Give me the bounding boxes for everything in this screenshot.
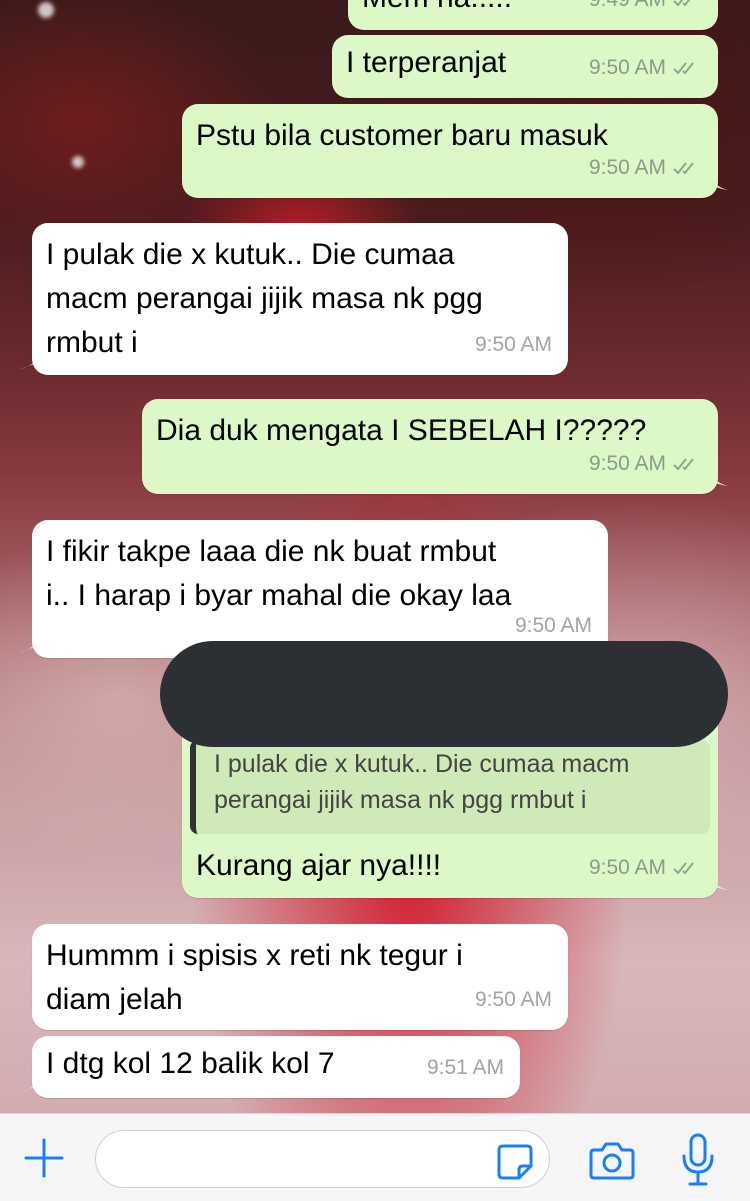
message-meta: 9:50 AM: [589, 442, 702, 486]
read-receipt-icon: [673, 162, 694, 175]
message-time: 9:50 AM: [588, 56, 666, 79]
message-bubble-outgoing[interactable]: Dia duk mengata I SEBELAH I????? 9:50 AM: [142, 399, 728, 494]
wallpaper-light: [38, 2, 54, 18]
bubble-tail: [20, 349, 42, 369]
sticker-icon[interactable]: [495, 1142, 535, 1182]
bubble-tail: [20, 1072, 42, 1092]
message-meta: 9:50 AM: [589, 146, 702, 190]
message-bubble-incoming[interactable]: Hummm i spisis x reti nk tegur i diam je…: [32, 924, 568, 1030]
message-time: 9:51 AM: [426, 1056, 504, 1079]
message-time: 9:50 AM: [588, 856, 666, 879]
message-meta: 9:50 AM: [589, 846, 702, 890]
message-bubble-outgoing[interactable]: I terperanjat 9:50 AM: [332, 35, 718, 98]
message-composer-bar: [0, 1113, 750, 1201]
bubble-tail: [708, 468, 728, 486]
wallpaper-light: [72, 156, 84, 168]
read-receipt-icon: [673, 862, 694, 875]
message-meta: 9:51 AM: [427, 1046, 504, 1090]
bubble-tail: [20, 632, 42, 652]
message-bubble-outgoing[interactable]: Mem na..... 9:49 AM: [348, 0, 718, 30]
message-time: 9:49 AM: [589, 0, 666, 22]
plus-icon[interactable]: [22, 1136, 66, 1180]
message-text: I fikir takpe laaa die nk buat rmbut i..…: [46, 535, 512, 612]
message-time: 9:50 AM: [474, 988, 552, 1011]
read-receipt-icon: [673, 458, 694, 471]
microphone-icon[interactable]: [678, 1132, 718, 1188]
message-bubble-incoming[interactable]: I dtg kol 12 balik kol 7 9:51 AM: [20, 1036, 520, 1098]
message-meta: 9:49 AM: [589, 0, 702, 22]
quoted-message[interactable]: I pulak die x kutuk.. Die cumaa macm per…: [190, 740, 710, 834]
read-receipt-icon: [673, 0, 691, 7]
message-time: 9:50 AM: [474, 333, 552, 356]
bubble-tail: [708, 172, 728, 190]
bubble-tail: [708, 872, 728, 890]
message-meta: 9:50 AM: [589, 46, 702, 90]
message-bubble-incoming[interactable]: I pulak die x kutuk.. Die cumaa macm per…: [20, 223, 568, 375]
camera-icon[interactable]: [588, 1138, 636, 1182]
redaction-overlay: [160, 641, 728, 747]
message-bubble-incoming[interactable]: I fikir takpe laaa die nk buat rmbut i..…: [20, 520, 608, 658]
read-receipt-icon: [673, 62, 694, 75]
message-bubble-outgoing[interactable]: Pstu bila customer baru masuk 9:50 AM: [182, 104, 728, 198]
message-time: 9:50 AM: [588, 156, 666, 179]
message-time: 9:50 AM: [588, 452, 666, 475]
message-meta: 9:50 AM: [475, 978, 552, 1022]
message-input[interactable]: [95, 1130, 550, 1188]
message-meta: 9:50 AM: [475, 323, 552, 367]
message-text: Kurang ajar nya!!!!: [196, 849, 442, 882]
quoted-message-text: I pulak die x kutuk.. Die cumaa macm per…: [214, 750, 630, 814]
